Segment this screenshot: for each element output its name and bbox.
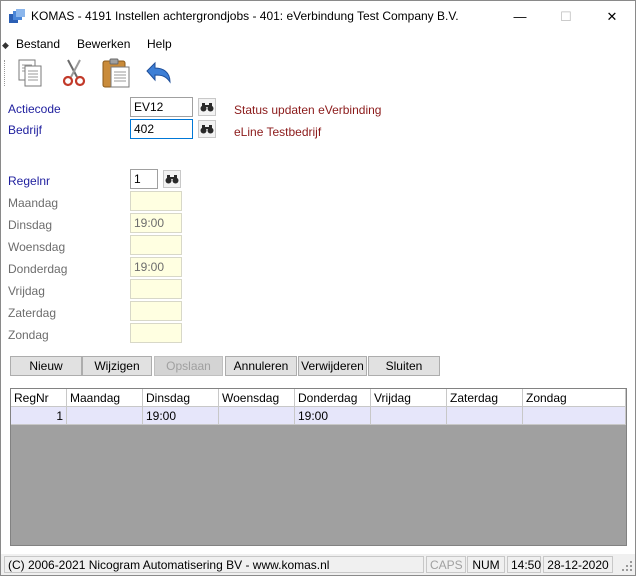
column-header-zondag[interactable]: Zondag bbox=[523, 389, 626, 407]
zaterdag-input[interactable] bbox=[130, 301, 182, 321]
menu-bar: ◆ Bestand Bewerken Help bbox=[1, 32, 635, 54]
nieuw-button[interactable]: Nieuw bbox=[10, 356, 82, 376]
bedrijf-lookup-button[interactable] bbox=[198, 120, 216, 138]
woensdag-input[interactable] bbox=[130, 235, 182, 255]
column-header-woensdag[interactable]: Woensdag bbox=[219, 389, 295, 407]
cell-vrijdag[interactable] bbox=[371, 407, 447, 425]
window-title: KOMAS - 4191 Instellen achtergrondjobs -… bbox=[31, 9, 459, 23]
app-icon bbox=[9, 9, 25, 23]
column-header-donderdag[interactable]: Donderdag bbox=[295, 389, 371, 407]
minimize-button[interactable]: — bbox=[497, 1, 543, 32]
column-header-dinsdag[interactable]: Dinsdag bbox=[143, 389, 219, 407]
title-bar[interactable]: KOMAS - 4191 Instellen achtergrondjobs -… bbox=[1, 1, 635, 32]
status-num: NUM bbox=[467, 556, 505, 573]
dinsdag-input[interactable]: 19:00 bbox=[130, 213, 182, 233]
column-header-vrijdag[interactable]: Vrijdag bbox=[371, 389, 447, 407]
donderdag-input[interactable]: 19:00 bbox=[130, 257, 182, 277]
actiecode-input[interactable]: EV12 bbox=[130, 97, 193, 117]
status-bar: (C) 2006-2021 Nicogram Automatisering BV… bbox=[1, 554, 635, 575]
column-header-regnr[interactable]: RegNr bbox=[11, 389, 67, 407]
resize-grip-icon[interactable] bbox=[621, 560, 633, 572]
cell-maandag[interactable] bbox=[67, 407, 143, 425]
cell-dinsdag[interactable]: 19:00 bbox=[143, 407, 219, 425]
regelnr-lookup-button[interactable] bbox=[163, 170, 181, 188]
column-header-zaterdag[interactable]: Zaterdag bbox=[447, 389, 523, 407]
regelnr-label: Regelnr bbox=[8, 174, 51, 188]
annuleren-button[interactable]: Annuleren bbox=[225, 356, 297, 376]
main-window: KOMAS - 4191 Instellen achtergrondjobs -… bbox=[0, 0, 636, 576]
menu-bewerken[interactable]: Bewerken bbox=[77, 37, 130, 51]
donderdag-label: Donderdag bbox=[8, 262, 68, 276]
menu-help[interactable]: Help bbox=[147, 37, 172, 51]
binoculars-icon bbox=[200, 103, 214, 112]
table-row[interactable]: 1 19:00 19:00 bbox=[11, 407, 626, 425]
toolbar bbox=[1, 54, 635, 92]
zondag-label: Zondag bbox=[8, 328, 49, 342]
menu-grip-icon: ◆ bbox=[2, 40, 9, 50]
actiecode-label: Actiecode bbox=[8, 102, 61, 116]
woensdag-label: Woensdag bbox=[8, 240, 66, 254]
sluiten-button[interactable]: Sluiten bbox=[368, 356, 440, 376]
bedrijf-description: eLine Testbedrijf bbox=[234, 125, 322, 139]
bedrijf-label: Bedrijf bbox=[8, 123, 43, 137]
column-header-maandag[interactable]: Maandag bbox=[67, 389, 143, 407]
cell-donderdag[interactable]: 19:00 bbox=[295, 407, 371, 425]
cut-icon[interactable] bbox=[57, 57, 91, 89]
actiecode-lookup-button[interactable] bbox=[198, 98, 216, 116]
status-date: 28-12-2020 bbox=[543, 556, 613, 573]
status-time: 14:50 bbox=[507, 556, 541, 573]
bedrijf-input[interactable]: 402 bbox=[130, 119, 193, 139]
binoculars-icon bbox=[200, 125, 214, 134]
zondag-input[interactable] bbox=[130, 323, 182, 343]
close-button[interactable]: ✕ bbox=[589, 1, 635, 32]
binoculars-icon bbox=[165, 175, 179, 184]
menu-bestand[interactable]: Bestand bbox=[16, 37, 60, 51]
cell-woensdag[interactable] bbox=[219, 407, 295, 425]
actiecode-description: Status updaten eVerbinding bbox=[234, 103, 382, 117]
maandag-label: Maandag bbox=[8, 196, 59, 210]
verwijderen-button[interactable]: Verwijderen bbox=[298, 356, 367, 376]
paste-icon[interactable] bbox=[99, 57, 133, 89]
cell-regnr[interactable]: 1 bbox=[11, 407, 67, 425]
cell-zaterdag[interactable] bbox=[447, 407, 523, 425]
form-area: Actiecode EV12 Status updaten eVerbindin… bbox=[1, 92, 635, 554]
grid-header: RegNr Maandag Dinsdag Woensdag Donderdag… bbox=[11, 389, 626, 407]
zaterdag-label: Zaterdag bbox=[8, 306, 57, 320]
status-caps: CAPS bbox=[426, 556, 466, 573]
wijzigen-button[interactable]: Wijzigen bbox=[82, 356, 152, 376]
undo-icon[interactable] bbox=[141, 57, 175, 89]
cell-zondag[interactable] bbox=[523, 407, 626, 425]
status-copyright: (C) 2006-2021 Nicogram Automatisering BV… bbox=[4, 556, 424, 573]
regelnr-input[interactable]: 1 bbox=[130, 169, 158, 189]
maximize-button[interactable]: ☐ bbox=[543, 1, 589, 32]
dinsdag-label: Dinsdag bbox=[8, 218, 53, 232]
vrijdag-label: Vrijdag bbox=[8, 284, 45, 298]
toolbar-grip[interactable] bbox=[4, 60, 7, 86]
opslaan-button[interactable]: Opslaan bbox=[154, 356, 223, 376]
maandag-input[interactable] bbox=[130, 191, 182, 211]
vrijdag-input[interactable] bbox=[130, 279, 182, 299]
copy-icon[interactable] bbox=[13, 57, 47, 89]
data-grid[interactable]: RegNr Maandag Dinsdag Woensdag Donderdag… bbox=[10, 388, 627, 546]
